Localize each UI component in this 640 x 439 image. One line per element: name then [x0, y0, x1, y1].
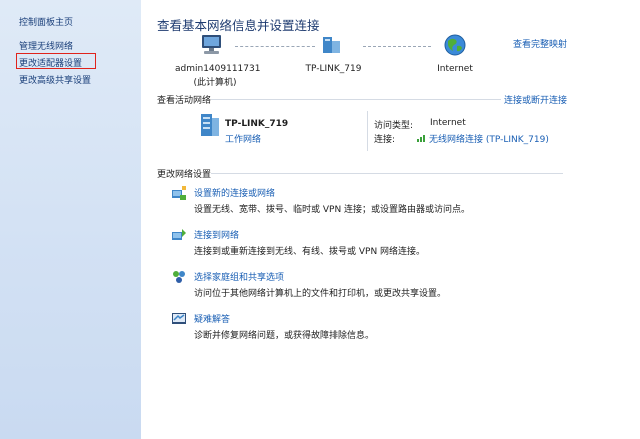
globe-icon: [444, 34, 466, 56]
homegroup-sharing-link[interactable]: 选择家庭组和共享选项: [194, 270, 284, 283]
router-name: TP-LINK_719: [305, 64, 362, 74]
vertical-divider: [367, 111, 368, 151]
homegroup-sharing-desc: 访问位于其他网络计算机上的文件和打印机，或更改共享设置。: [194, 289, 447, 299]
connect-network-icon: [172, 229, 186, 240]
section-divider: [211, 173, 563, 174]
new-connection-icon: [172, 186, 186, 200]
homegroup-icon: [173, 271, 185, 283]
troubleshoot-desc: 诊断并修复网络问题，或获得故障排除信息。: [194, 331, 375, 341]
sidebar-item-control-panel-home[interactable]: 控制面板主页: [19, 15, 73, 28]
map-connector-line: [235, 46, 315, 47]
troubleshoot-icon: [172, 313, 186, 324]
active-networks-heading: 查看活动网络: [157, 96, 212, 106]
view-full-map-link[interactable]: 查看完整映射: [513, 37, 567, 50]
change-settings-heading: 更改网络设置: [157, 170, 212, 180]
connection-label: 连接:: [374, 135, 396, 145]
sidebar-item-advanced-sharing[interactable]: 更改高级共享设置: [19, 73, 91, 86]
connect-disconnect-link[interactable]: 连接或断开连接: [504, 93, 567, 106]
left-navigation-pane: 控制面板主页 管理无线网络 更改适配器设置 更改高级共享设置: [0, 0, 141, 439]
internet-label: Internet: [437, 64, 473, 74]
access-type-label: 访问类型:: [374, 121, 414, 131]
troubleshoot-link[interactable]: 疑难解答: [194, 312, 230, 325]
connect-to-network-desc: 连接到或重新连接到无线、有线、拨号或 VPN 网络连接。: [194, 247, 426, 257]
sidebar-item-manage-wireless[interactable]: 管理无线网络: [19, 39, 73, 52]
network-type-link[interactable]: 工作网络: [225, 132, 261, 145]
page-title: 查看基本网络信息并设置连接: [157, 18, 320, 33]
setup-new-connection-desc: 设置无线、宽带、拨号、临时或 VPN 连接；或设置路由器或访问点。: [194, 205, 471, 215]
wireless-connection-link[interactable]: 无线网络连接 (TP-LINK_719): [429, 132, 549, 145]
main-content: 查看基本网络信息并设置连接 查看完整映射 admin1409111731 (此计…: [141, 0, 640, 439]
map-connector-line: [363, 46, 431, 47]
red-highlight-box: [16, 53, 96, 69]
connect-to-network-link[interactable]: 连接到网络: [194, 228, 239, 241]
network-building-icon: [201, 114, 219, 136]
computer-name: admin1409111731: [175, 64, 261, 74]
router-icon: [323, 37, 340, 53]
computer-icon: [202, 35, 221, 54]
signal-strength-icon: [417, 135, 425, 142]
computer-subtitle: (此计算机): [193, 78, 237, 88]
section-divider: [211, 99, 501, 100]
access-type-value: Internet: [430, 118, 466, 128]
setup-new-connection-link[interactable]: 设置新的连接或网络: [194, 186, 275, 199]
active-network-name: TP-LINK_719: [225, 119, 289, 129]
